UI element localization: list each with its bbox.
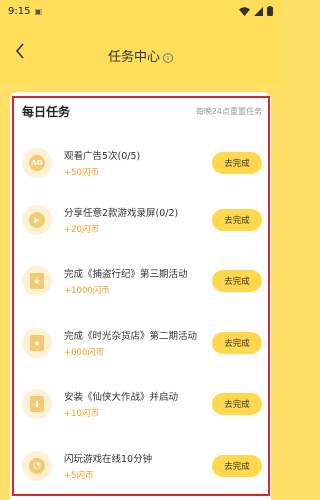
task-reward: +600闪币 [64,348,105,358]
task-item: ★ 完成《时光杂货店》第二期活动 +600闪币 去完成 [22,326,262,366]
task-reward: +1000闪币 [64,286,110,296]
complete-button[interactable]: 去完成 [212,270,262,292]
section-header: 每日任务 每晚24点重置任务 [22,102,262,120]
task-item: ★ 完成《捕盗行纪》第三期活动 +1000闪币 去完成 [22,264,262,304]
task-item: AD 观看广告5次(0/5) +50闪币 去完成 [22,146,262,186]
complete-button[interactable]: 去完成 [212,209,262,231]
battery-icon [267,6,273,16]
info-icon[interactable]: i [163,53,173,63]
signal-icon [254,6,263,16]
header: 任务中心 i [0,22,281,84]
status-icons [239,6,273,16]
play-icon: ▶ [22,205,52,235]
page-title-text: 任务中心 [107,50,160,65]
task-title: 安装《仙侠大作战》并启动 [64,392,179,403]
task-item: ⬇ 安装《仙侠大作战》并启动 +10闪币 去完成 [22,387,262,427]
page-title: 任务中心 i [0,46,281,65]
ad-icon-glyph: AD [29,155,45,171]
task-item: ▶ 分享任意2款游戏录屏(0/2) +20闪币 去完成 [22,203,262,243]
task-reward: +10闪币 [64,409,99,419]
complete-button[interactable]: 去完成 [212,393,262,415]
clock-icon: ◔ [22,451,52,481]
download-icon: ⬇ [22,389,52,419]
task-reward: +20闪币 [64,225,99,235]
status-bar: 9:15 ▣ [0,0,281,22]
wifi-icon [239,6,250,16]
complete-button[interactable]: 去完成 [212,152,262,174]
ad-icon: AD [22,148,52,178]
task-title: 分享任意2款游戏录屏(0/2) [64,208,179,219]
complete-button[interactable]: 去完成 [212,455,262,477]
section-note: 每晚24点重置任务 [195,106,262,116]
task-title: 闪玩游戏在线10分钟 [64,454,153,465]
task-title: 完成《时光杂货店》第二期活动 [64,331,198,342]
document-star-icon-glyph: ★ [30,273,44,289]
complete-button[interactable]: 去完成 [212,332,262,354]
status-small-icon: ▣ [34,6,43,16]
document-star-icon: ★ [22,328,52,358]
document-star-icon: ★ [22,266,52,296]
play-icon-glyph: ▶ [29,212,45,228]
task-title: 观看广告5次(0/5) [64,151,141,162]
task-item: ◔ 闪玩游戏在线10分钟 +5闪币 去完成 [22,449,262,489]
clock-icon-glyph: ◔ [29,458,45,474]
task-reward: +5闪币 [64,471,94,481]
download-icon-glyph: ⬇ [30,396,44,412]
task-title: 完成《捕盗行纪》第三期活动 [64,269,188,280]
section-title: 每日任务 [22,104,71,119]
status-time: 9:15 [8,5,31,17]
task-reward: +50闪币 [64,168,99,178]
document-star-icon-glyph: ★ [30,335,44,351]
